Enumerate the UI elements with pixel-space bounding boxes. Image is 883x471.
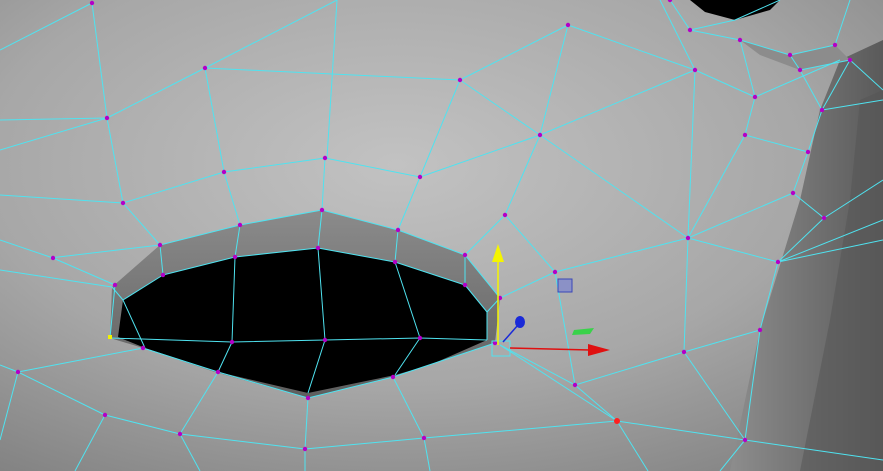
- pivot-vertex[interactable]: [108, 335, 112, 339]
- viewport-canvas[interactable]: [0, 0, 883, 471]
- sphere-handle-icon[interactable]: [515, 316, 525, 328]
- selected-vertex[interactable]: [614, 418, 620, 424]
- 3d-viewport[interactable]: [0, 0, 883, 471]
- plane-handle-xy[interactable]: [557, 278, 573, 293]
